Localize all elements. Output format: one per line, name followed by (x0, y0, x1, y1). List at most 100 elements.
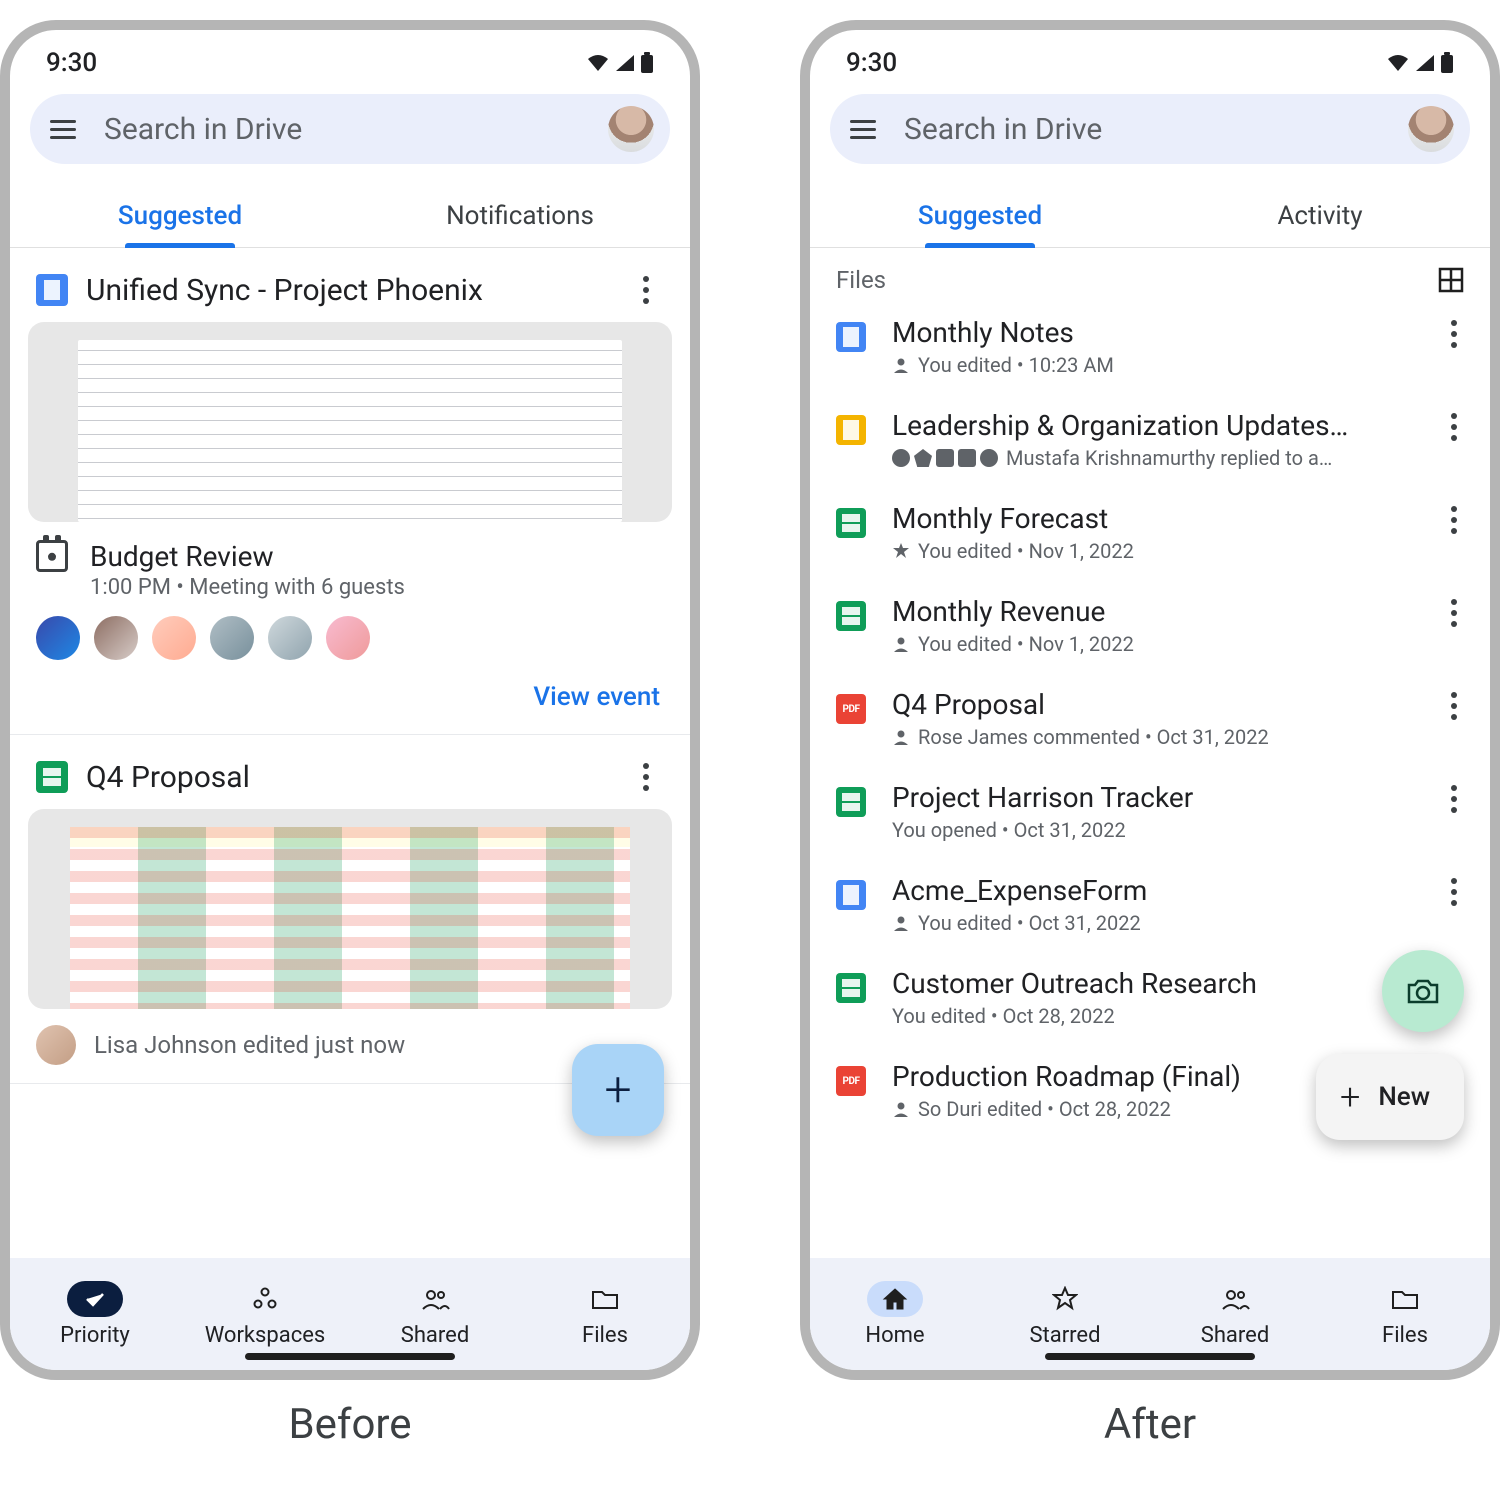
card-title: Q4 Proposal (86, 760, 610, 795)
nav-files[interactable]: Files (520, 1281, 690, 1348)
star-icon (1037, 1281, 1093, 1317)
account-avatar[interactable] (608, 106, 654, 152)
file-title: Q4 Proposal (892, 688, 1410, 721)
more-button[interactable] (1436, 688, 1472, 724)
file-subtitle: You edited • Nov 1, 2022 (892, 539, 1410, 563)
file-title: Project Harrison Tracker (892, 781, 1410, 814)
file-row[interactable]: Acme_ExpenseForm You edited • Oct 31, 202… (810, 858, 1490, 951)
file-row[interactable]: Monthly RevenueYou edited • Nov 1, 2022 (810, 579, 1490, 672)
wifi-icon (586, 53, 610, 73)
tab-suggested[interactable]: Suggested (10, 184, 350, 247)
event-row[interactable]: Budget Review 1:00 PM • Meeting with 6 g… (28, 522, 672, 600)
sheets-icon (36, 761, 68, 793)
actor-text: Lisa Johnson edited just now (94, 1031, 405, 1059)
calendar-icon (36, 540, 68, 572)
pdf-icon: PDF (836, 1066, 866, 1096)
nav-shared[interactable]: Shared (350, 1281, 520, 1348)
camera-fab[interactable] (1382, 950, 1464, 1032)
battery-icon (1440, 52, 1454, 74)
guest-avatar (268, 616, 312, 660)
document-preview[interactable] (28, 322, 672, 522)
file-title: Acme_ExpenseForm (892, 874, 1410, 907)
account-avatar[interactable] (1408, 106, 1454, 152)
battery-icon (640, 52, 654, 74)
caption-after: After (1104, 1400, 1196, 1449)
spreadsheet-preview[interactable] (28, 809, 672, 1009)
menu-icon[interactable] (50, 114, 80, 144)
plus-icon: + (604, 1066, 631, 1114)
file-subtitle: You edited • Nov 1, 2022 (892, 632, 1410, 656)
card-unified-sync[interactable]: Unified Sync - Project Phoenix Budget Re… (10, 248, 690, 735)
nav-home[interactable]: Home (810, 1281, 980, 1348)
more-button[interactable] (1436, 874, 1472, 910)
more-button[interactable] (1436, 502, 1472, 538)
file-row[interactable]: PDFQ4 ProposalRose James commented • Oct… (810, 672, 1490, 765)
more-button[interactable] (628, 759, 664, 795)
status-bar: 9:30 (10, 30, 690, 82)
view-event-link[interactable]: View event (28, 660, 672, 734)
search-bar[interactable]: Search in Drive (830, 94, 1470, 164)
tabs: Suggested Activity (810, 184, 1490, 248)
nav-shared[interactable]: Shared (1150, 1281, 1320, 1348)
tab-notifications[interactable]: Notifications (350, 184, 690, 247)
folder-icon (577, 1281, 633, 1317)
more-button[interactable] (1436, 595, 1472, 631)
actor-avatar (36, 1025, 76, 1065)
search-bar[interactable]: Search in Drive (30, 94, 670, 164)
person-icon (892, 1100, 910, 1118)
file-row[interactable]: Project Harrison TrackerYou opened • Oct… (810, 765, 1490, 858)
file-subtitle: Mustafa Krishnamurthy replied to a… (892, 446, 1410, 470)
status-icons (1386, 52, 1454, 74)
file-subtitle: You edited • Oct 28, 2022 (892, 1004, 1410, 1028)
status-time: 9:30 (846, 48, 897, 78)
content: Files Monthly NotesYou edited • 10:23 AM… (810, 248, 1490, 1258)
person-icon (892, 914, 910, 932)
cell-signal-icon (1414, 53, 1436, 73)
shared-icon (1207, 1281, 1263, 1317)
more-button[interactable] (1436, 316, 1472, 352)
file-title: Leadership & Organization Updates… (892, 409, 1410, 442)
guest-avatar (94, 616, 138, 660)
nav-starred[interactable]: Starred (980, 1281, 1150, 1348)
folder-icon (1377, 1281, 1433, 1317)
nav-workspaces[interactable]: Workspaces (180, 1281, 350, 1348)
sheet-icon (836, 508, 866, 538)
file-subtitle: Rose James commented • Oct 31, 2022 (892, 725, 1410, 749)
create-fab[interactable]: + (572, 1044, 664, 1136)
tab-suggested[interactable]: Suggested (810, 184, 1150, 247)
more-button[interactable] (628, 272, 664, 308)
gesture-bar (245, 1353, 455, 1360)
star-icon (892, 542, 910, 560)
phone-after: 9:30 Search in Drive Suggested Activity … (800, 20, 1500, 1380)
more-button[interactable] (1436, 409, 1472, 445)
menu-icon[interactable] (850, 114, 880, 144)
more-button[interactable] (1436, 781, 1472, 817)
file-subtitle: You edited • Oct 31, 2022 (892, 911, 1410, 935)
guest-avatar (210, 616, 254, 660)
card-q4-proposal[interactable]: Q4 Proposal Lisa Johnson edited just now (10, 735, 690, 1084)
guest-avatar (326, 616, 370, 660)
new-fab[interactable]: + New (1316, 1054, 1464, 1140)
badge-chips (892, 449, 998, 467)
file-title: Customer Outreach Research (892, 967, 1410, 1000)
search-placeholder: Search in Drive (880, 112, 1408, 147)
tab-activity[interactable]: Activity (1150, 184, 1490, 247)
sheet-icon (836, 973, 866, 1003)
bottom-nav: Home Starred Shared (810, 1258, 1490, 1370)
guest-avatars (28, 600, 672, 660)
status-time: 9:30 (46, 48, 97, 78)
doc-icon (836, 880, 866, 910)
plus-icon: + (1340, 1079, 1360, 1115)
docs-icon (36, 274, 68, 306)
workspaces-icon (237, 1281, 293, 1317)
file-row[interactable]: Leadership & Organization Updates… Mustaf… (810, 393, 1490, 486)
file-row[interactable]: Monthly ForecastYou edited • Nov 1, 2022 (810, 486, 1490, 579)
file-row[interactable]: Monthly NotesYou edited • 10:23 AM (810, 300, 1490, 393)
wifi-icon (1386, 53, 1410, 73)
nav-priority[interactable]: Priority (10, 1281, 180, 1348)
grid-view-icon[interactable] (1438, 267, 1464, 293)
bottom-nav: Priority Workspaces Shared (10, 1258, 690, 1370)
nav-files[interactable]: Files (1320, 1281, 1490, 1348)
file-title: Monthly Notes (892, 316, 1410, 349)
doc-icon (836, 322, 866, 352)
